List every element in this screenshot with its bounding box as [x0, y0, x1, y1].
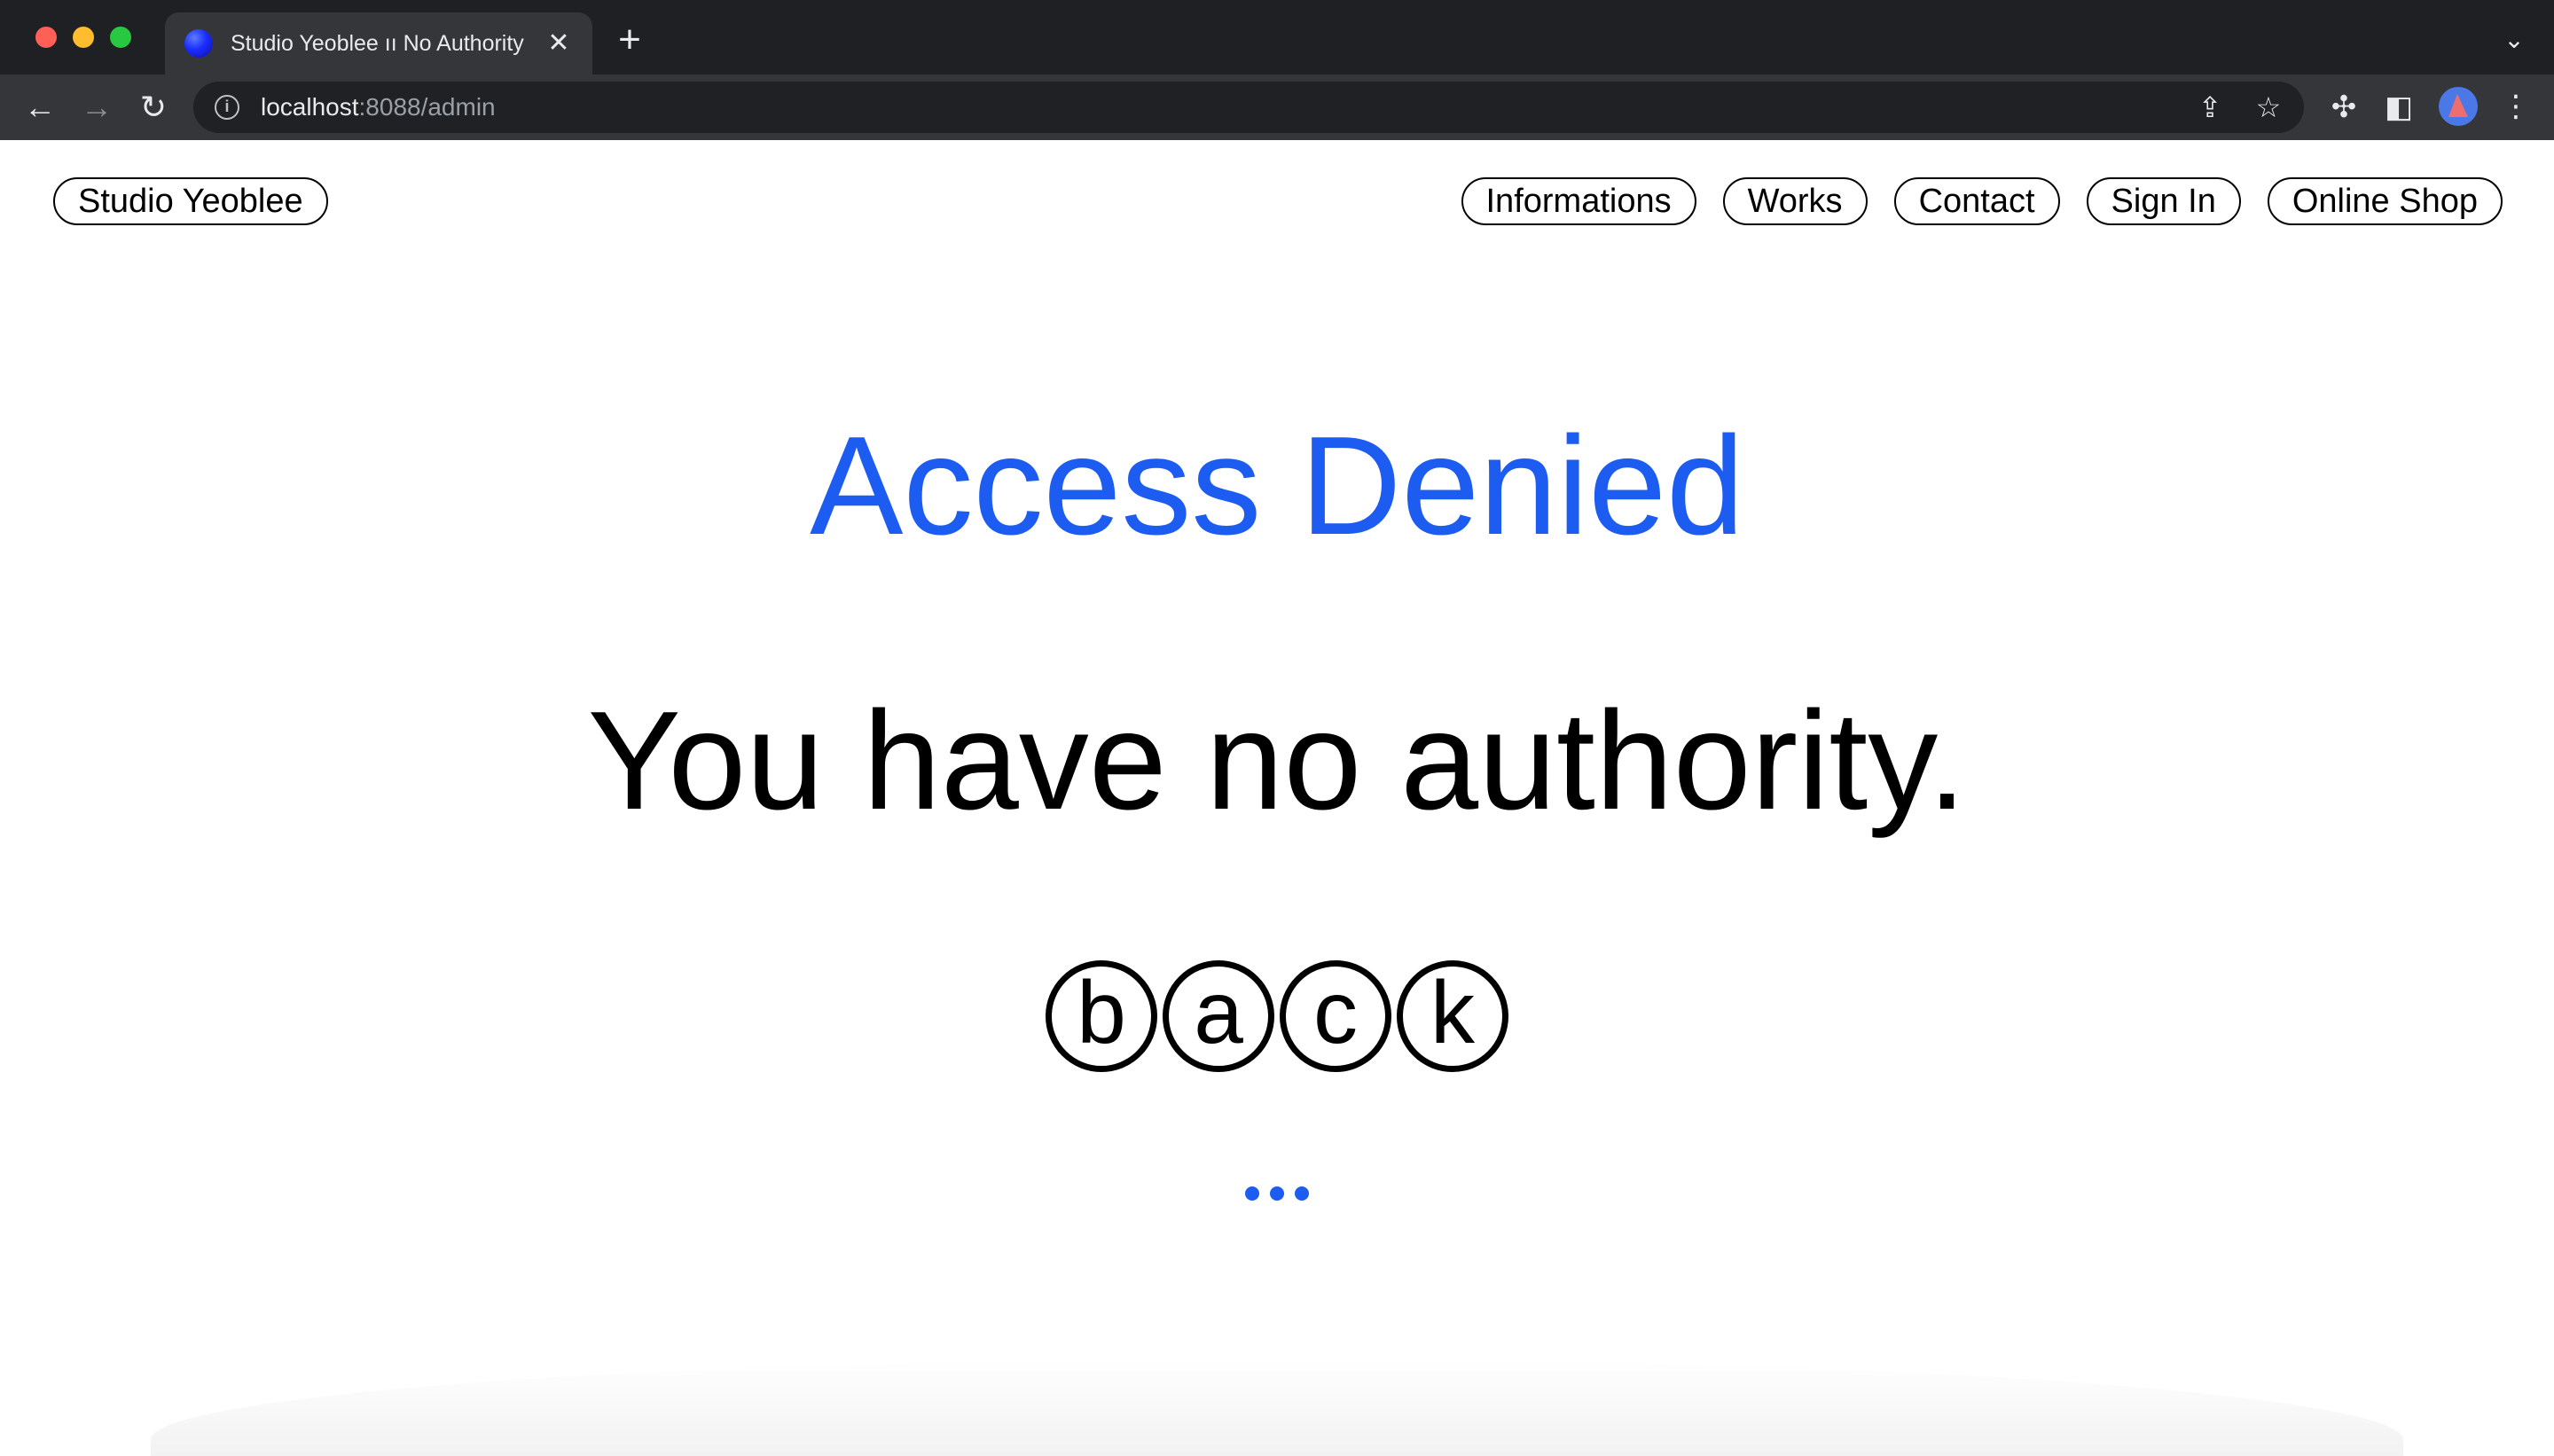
- error-message: You have no authority.: [587, 683, 1967, 839]
- address-bar-actions: ⇪ ☆: [2192, 89, 2286, 126]
- share-icon[interactable]: ⇪: [2192, 89, 2228, 126]
- back-button[interactable]: b a c k: [0, 960, 2554, 1072]
- info-icon[interactable]: i: [215, 95, 239, 120]
- loading-dots-icon: [0, 1186, 2554, 1201]
- main-nav: Informations Works Contact Sign In Onlin…: [1461, 177, 2503, 225]
- loading-dot: [1295, 1186, 1309, 1201]
- globe-favicon-icon: [184, 29, 213, 58]
- nav-works[interactable]: Works: [1722, 177, 1868, 225]
- address-bar[interactable]: i localhost:8088/admin ⇪ ☆: [193, 82, 2304, 133]
- profile-avatar-icon[interactable]: [2439, 87, 2478, 126]
- tab-close-icon[interactable]: ✕: [544, 29, 573, 58]
- loading-dot: [1270, 1186, 1284, 1201]
- back-letter-k[interactable]: k: [1397, 960, 1508, 1072]
- window-controls: [35, 27, 131, 48]
- nav-informations[interactable]: Informations: [1461, 177, 1696, 225]
- browser-toolbar: ← → ↻ i localhost:8088/admin ⇪ ☆ ✣ ◧: [0, 74, 2554, 140]
- page-content: Studio Yeoblee Informations Works Contac…: [0, 140, 2554, 1456]
- brand-link[interactable]: Studio Yeoblee: [53, 177, 328, 225]
- close-window-button[interactable]: [35, 27, 57, 48]
- minimize-window-button[interactable]: [73, 27, 94, 48]
- bottom-shadow-decoration: [151, 1358, 2403, 1456]
- extensions-icon[interactable]: ✣: [2325, 89, 2362, 126]
- tab-title: Studio Yeoblee ıı No Authority: [231, 30, 524, 56]
- menu-icon[interactable]: ⋮: [2501, 89, 2531, 124]
- new-tab-button[interactable]: +: [612, 20, 647, 59]
- url-host: localhost: [261, 93, 359, 121]
- nav-sign-in[interactable]: Sign In: [2086, 177, 2241, 225]
- nav-contact[interactable]: Contact: [1893, 177, 2060, 225]
- tab-strip: Studio Yeoblee ıı No Authority ✕ + ⌄: [0, 0, 2554, 74]
- forward-icon[interactable]: →: [78, 89, 115, 126]
- tab-search-chevron-icon[interactable]: ⌄: [2501, 27, 2527, 53]
- url-path: :8088/admin: [358, 93, 496, 121]
- back-letter-b[interactable]: b: [1046, 960, 1157, 1072]
- active-tab[interactable]: Studio Yeoblee ıı No Authority ✕: [165, 12, 592, 74]
- back-letter-c[interactable]: c: [1280, 960, 1391, 1072]
- page-title: Access Denied: [810, 408, 1744, 564]
- zoom-window-button[interactable]: [110, 27, 131, 48]
- star-icon[interactable]: ☆: [2251, 89, 2286, 126]
- loading-dot: [1245, 1186, 1259, 1201]
- back-icon[interactable]: ←: [21, 89, 59, 126]
- reload-icon[interactable]: ↻: [135, 89, 172, 126]
- nav-online-shop[interactable]: Online Shop: [2267, 177, 2503, 225]
- back-letter-a[interactable]: a: [1163, 960, 1274, 1072]
- sidepanel-icon[interactable]: ◧: [2380, 89, 2417, 126]
- browser-chrome: Studio Yeoblee ıı No Authority ✕ + ⌄ ← →…: [0, 0, 2554, 140]
